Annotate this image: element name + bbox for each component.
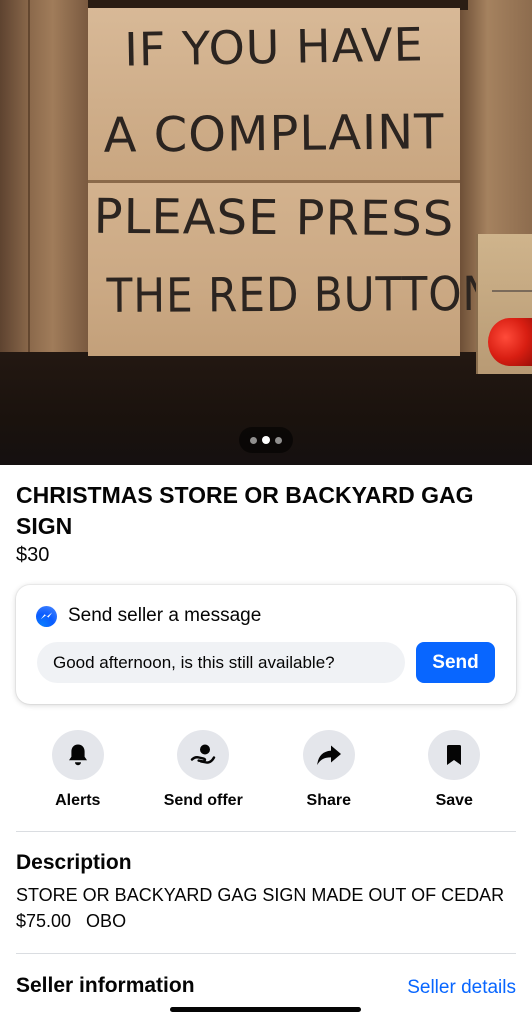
pager-dot-3[interactable] (275, 436, 282, 444)
send-button[interactable]: Send (416, 642, 495, 683)
listing-photo[interactable]: IF YOU HAVE A COMPLAINT PLEASE PRESS THE… (0, 0, 532, 465)
button-wire (492, 290, 532, 292)
board-seam (88, 180, 460, 183)
bookmark-icon[interactable] (428, 730, 481, 780)
pager-dot-1[interactable] (250, 436, 257, 444)
listing-price: $30 (16, 544, 50, 566)
share-button[interactable]: Share (266, 730, 392, 810)
pager-dot-2-active[interactable] (262, 436, 270, 444)
description-heading: Description (16, 851, 132, 874)
description-text: STORE OR BACKYARD GAG SIGN MADE OUT OF C… (16, 885, 505, 931)
seller-details-link[interactable]: Seller details (407, 977, 516, 999)
share-icon[interactable] (302, 730, 355, 780)
wood-post-left (0, 0, 88, 400)
share-label: Share (306, 792, 351, 809)
home-indicator[interactable] (170, 1007, 361, 1012)
seller-row-peek (16, 1015, 216, 1023)
sign-text-line-1: IF YOU HAVE (123, 17, 425, 77)
seller-info-heading: Seller information (16, 974, 195, 997)
listing-title: CHRISTMAS STORE OR BACKYARD GAG SIGN (16, 482, 474, 539)
send-offer-label: Send offer (163, 792, 243, 809)
message-card-header: Send seller a message (36, 605, 261, 627)
message-input[interactable]: Good afternoon, is this still available? (37, 642, 405, 683)
alerts-label: Alerts (55, 792, 101, 809)
sign-text-line-4: THE RED BUTTON (106, 266, 496, 324)
send-offer-button[interactable]: Send offer (141, 730, 267, 810)
red-button-image (488, 318, 532, 366)
photo-pager[interactable] (239, 427, 293, 453)
divider (16, 953, 516, 954)
messenger-icon (36, 605, 57, 627)
message-seller-card: Send seller a message Good afternoon, is… (16, 585, 516, 704)
save-button[interactable]: Save (392, 730, 518, 810)
alerts-button[interactable]: Alerts (15, 730, 141, 810)
bell-icon[interactable] (51, 730, 104, 780)
action-row: Alerts Send offer Share Save (15, 730, 517, 810)
divider (16, 831, 516, 832)
offer-icon[interactable] (177, 730, 230, 780)
save-label: Save (435, 792, 473, 809)
sign-text-line-3: PLEASE PRESS (93, 188, 455, 248)
sign-text-line-2: A COMPLAINT (103, 104, 445, 164)
message-card-title: Send seller a message (68, 605, 262, 626)
